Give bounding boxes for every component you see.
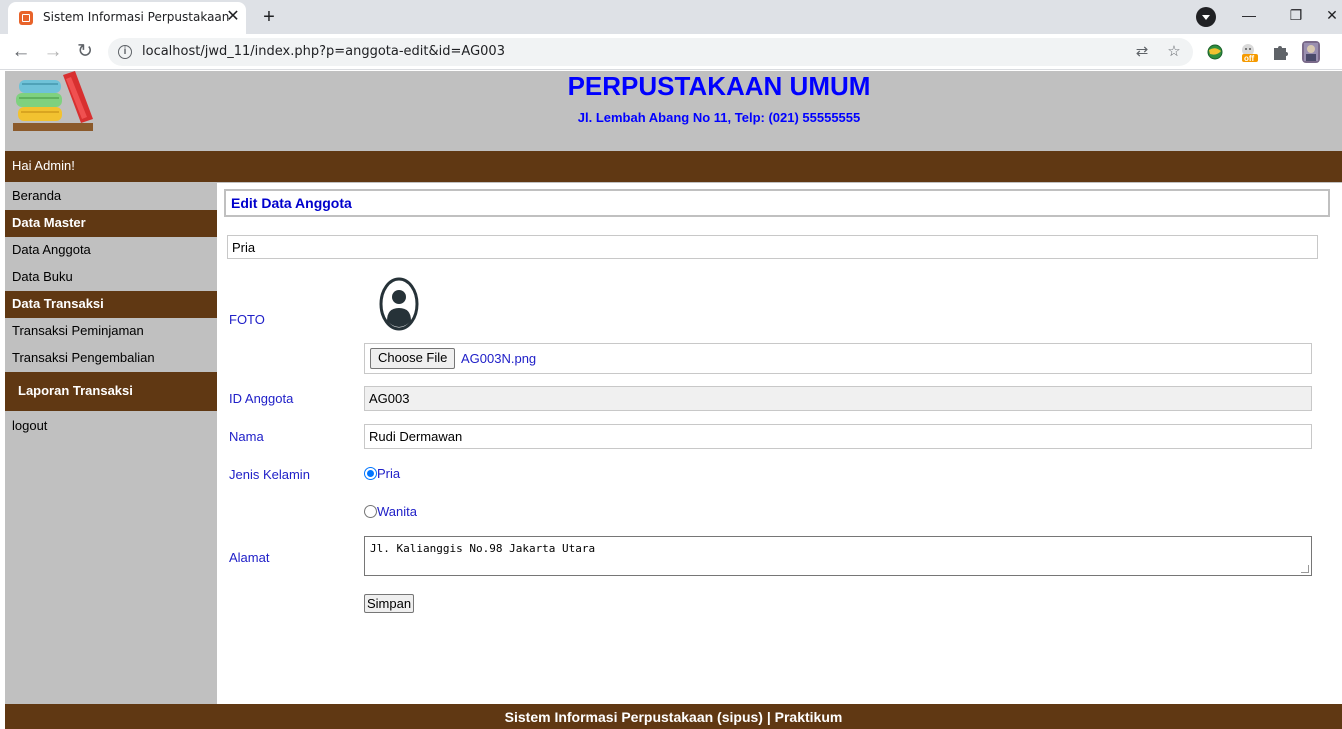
cookie-extension-icon[interactable]: off	[1240, 42, 1260, 63]
photo-file-input[interactable]: Choose File AG003N.png	[364, 343, 1312, 374]
greeting-bar: Hai Admin!	[5, 151, 1342, 182]
sidebar-item-data-buku[interactable]: Data Buku	[5, 264, 217, 291]
gender-echo-box: Pria	[227, 235, 1318, 259]
address-bar[interactable]: i localhost/jwd_11/index.php?p=anggota-e…	[108, 38, 1193, 66]
url-text[interactable]: localhost/jwd_11/index.php?p=anggota-edi…	[142, 44, 505, 59]
sidebar: Beranda Data Master Data Anggota Data Bu…	[5, 183, 217, 440]
radio-pria-label: Pria	[377, 466, 401, 481]
sidebar-item-transaksi-peminjaman[interactable]: Transaksi Peminjaman	[5, 318, 217, 345]
bookmark-star-icon[interactable]: ☆	[1164, 42, 1184, 62]
tab-search-icon[interactable]	[1196, 7, 1216, 27]
extensions-puzzle-icon[interactable]	[1270, 42, 1290, 62]
main-content: Edit Data Anggota Pria FOTO Choose File …	[217, 183, 1342, 704]
web-page: PERPUSTAKAAN UMUM Jl. Lembah Abang No 11…	[5, 71, 1342, 729]
tab-title: Sistem Informasi Perpustakaan	[43, 10, 230, 24]
profile-avatar[interactable]	[1302, 41, 1320, 63]
alamat-text: Jl. Kalianggis No.98 Jakarta Utara	[370, 542, 596, 555]
radio-wanita-label: Wanita	[377, 504, 417, 519]
alamat-textarea[interactable]: Jl. Kalianggis No.98 Jakarta Utara	[364, 536, 1312, 576]
forward-icon[interactable]: →	[41, 40, 65, 64]
member-photo-avatar-icon	[379, 277, 419, 331]
back-icon[interactable]: ←	[9, 40, 33, 64]
translate-icon[interactable]: ⇄	[1132, 42, 1152, 62]
foto-label: FOTO	[229, 312, 265, 327]
chosen-file-name: AG003N.png	[461, 351, 537, 366]
browser-toolbar: ← → ↻ i localhost/jwd_11/index.php?p=ang…	[0, 34, 1342, 70]
footer: Sistem Informasi Perpustakaan (sipus) | …	[5, 704, 1342, 729]
radio-pria-button[interactable]	[364, 467, 377, 480]
sidebar-heading-data-transaksi: Data Transaksi	[5, 291, 217, 318]
browser-tab[interactable]: Sistem Informasi Perpustakaan ✕	[8, 2, 246, 34]
id-anggota-label: ID Anggota	[229, 391, 294, 406]
greeting-text: Hai Admin!	[12, 158, 75, 173]
id-anggota-field[interactable]: AG003	[364, 386, 1312, 411]
choose-file-button[interactable]: Choose File	[370, 348, 456, 369]
nama-label: Nama	[229, 429, 264, 444]
page-title: Edit Data Anggota	[224, 189, 1330, 217]
extension-off-badge: off	[1244, 54, 1255, 63]
sidebar-item-transaksi-pengembalian[interactable]: Transaksi Pengembalian	[5, 345, 217, 372]
site-info-icon[interactable]: i	[118, 45, 132, 59]
new-tab-button[interactable]: +	[256, 5, 282, 31]
reload-icon[interactable]: ↻	[73, 40, 97, 64]
sidebar-heading-data-master: Data Master	[5, 210, 217, 237]
sidebar-item-laporan-transaksi[interactable]: Laporan Transaksi	[5, 372, 217, 411]
sidebar-item-data-anggota[interactable]: Data Anggota	[5, 237, 217, 264]
radio-wanita[interactable]: Wanita	[364, 504, 417, 519]
browser-tabstrip: Sistem Informasi Perpustakaan ✕ + — ❐ ✕	[0, 0, 1342, 34]
alamat-label: Alamat	[229, 550, 270, 565]
resize-handle-icon[interactable]	[1301, 565, 1309, 573]
window-close-button[interactable]: ✕	[1322, 4, 1342, 26]
xampp-favicon-icon	[19, 11, 33, 25]
restore-button[interactable]: ❐	[1281, 4, 1311, 26]
sidebar-item-beranda[interactable]: Beranda	[5, 183, 217, 210]
nama-field[interactable]: Rudi Dermawan	[364, 424, 1312, 449]
close-tab-icon[interactable]: ✕	[224, 8, 242, 26]
site-title: PERPUSTAKAAN UMUM	[567, 71, 871, 101]
radio-wanita-button[interactable]	[364, 505, 377, 518]
globe-extension-icon[interactable]	[1205, 42, 1225, 62]
simpan-button[interactable]: Simpan	[364, 594, 415, 613]
site-address: Jl. Lembah Abang No 11, Telp: (021) 5555…	[577, 110, 861, 125]
radio-pria[interactable]: Pria	[364, 466, 400, 481]
jenis-kelamin-label: Jenis Kelamin	[229, 467, 310, 482]
sidebar-item-logout[interactable]: logout	[5, 413, 217, 440]
minimize-button[interactable]: —	[1234, 4, 1264, 26]
